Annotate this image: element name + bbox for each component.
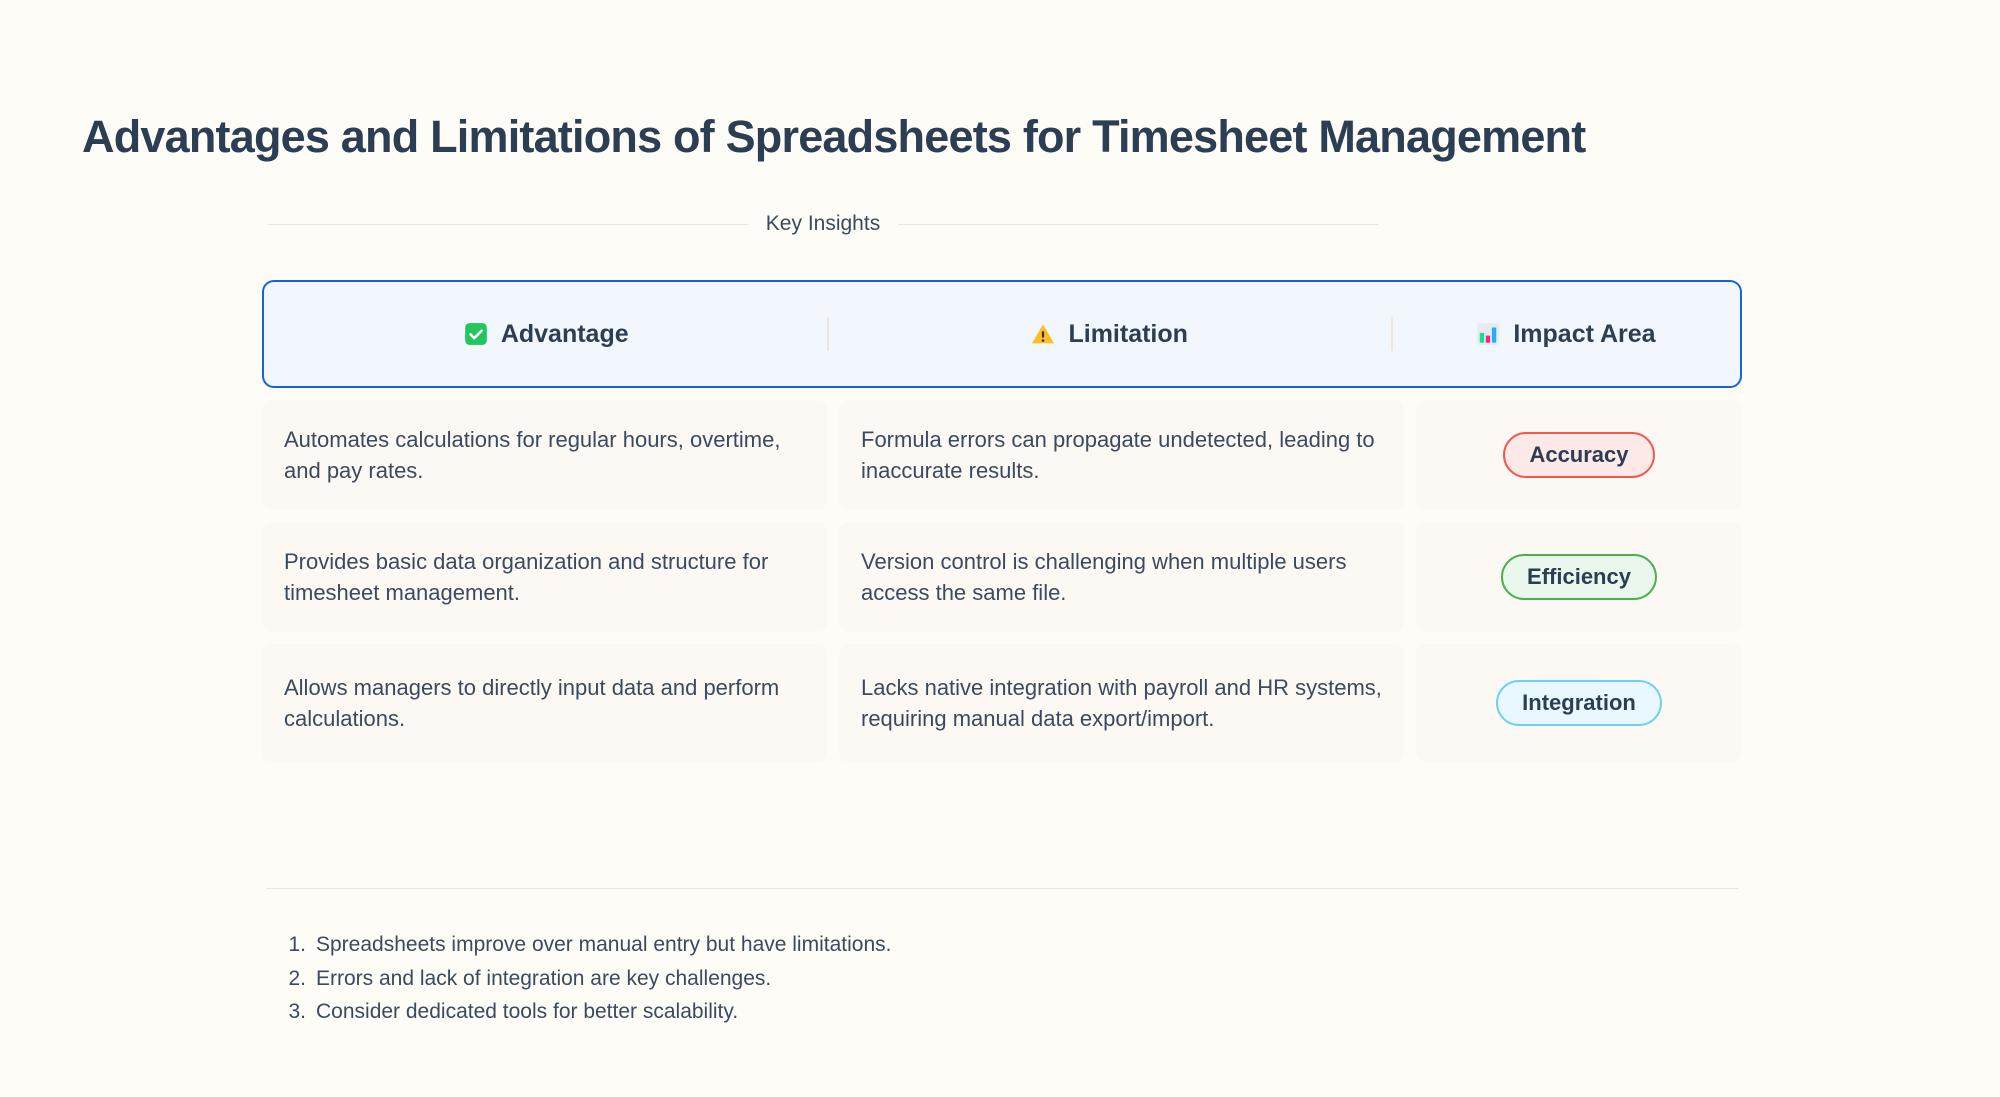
- footnote-list: 1. Spreadsheets improve over manual entr…: [280, 928, 1480, 1029]
- footer-divider: [266, 888, 1738, 889]
- list-item: 1. Spreadsheets improve over manual entr…: [280, 928, 1480, 962]
- cell-advantage: Allows managers to directly input data a…: [262, 644, 827, 762]
- check-square-icon: [464, 323, 487, 345]
- cell-impact-area: Integration: [1416, 644, 1742, 762]
- column-header-limitation: Limitation: [827, 320, 1390, 349]
- cell-impact-area: Efficiency: [1416, 522, 1742, 632]
- bar-chart-icon: [1477, 323, 1500, 345]
- column-header-advantage: Advantage: [264, 320, 827, 349]
- table-row: Allows managers to directly input data a…: [262, 644, 1742, 762]
- list-item-number: 1.: [288, 933, 306, 956]
- list-item-text: Consider dedicated tools for better scal…: [316, 1000, 739, 1024]
- cell-advantage: Automates calculations for regular hours…: [262, 400, 827, 510]
- cell-limitation: Formula errors can propagate undetected,…: [839, 400, 1404, 510]
- infographic-page: Advantages and Limitations of Spreadshee…: [0, 0, 2000, 1097]
- column-header-impact-area: Impact Area: [1391, 320, 1740, 349]
- page-title: Advantages and Limitations of Spreadshee…: [82, 111, 1586, 162]
- table-header-row: Advantage Limitation Impact Area: [262, 280, 1742, 388]
- cell-limitation: Version control is challenging when mult…: [839, 522, 1404, 632]
- list-item-text: Spreadsheets improve over manual entry b…: [316, 933, 892, 956]
- status-badge: Accuracy: [1503, 432, 1655, 478]
- status-badge: Integration: [1496, 680, 1662, 726]
- list-item: 3. Consider dedicated tools for better s…: [280, 995, 1480, 1029]
- table-row: Provides basic data organization and str…: [262, 522, 1742, 632]
- column-header-advantage-label: Advantage: [500, 319, 629, 348]
- list-item-number: 2.: [288, 966, 306, 990]
- cell-impact-area: Accuracy: [1416, 400, 1742, 510]
- column-header-impact-area-label: Impact Area: [1513, 319, 1656, 348]
- list-item: 2. Errors and lack of integration are ke…: [280, 962, 1480, 996]
- section-label: Key Insights: [765, 212, 881, 235]
- cell-limitation: Lacks native integration with payroll an…: [839, 644, 1404, 762]
- table-row: Automates calculations for regular hours…: [262, 400, 1742, 510]
- status-badge: Efficiency: [1501, 554, 1657, 600]
- divider-line-left: [268, 223, 748, 225]
- list-item-number: 3.: [288, 1000, 306, 1024]
- section-divider: Key Insights: [268, 212, 1378, 236]
- warning-triangle-icon: [1032, 324, 1055, 344]
- column-header-limitation-label: Limitation: [1068, 319, 1188, 348]
- divider-line-right: [898, 223, 1378, 225]
- list-item-text: Errors and lack of integration are key c…: [316, 966, 772, 990]
- cell-advantage: Provides basic data organization and str…: [262, 522, 827, 632]
- comparison-table: Advantage Limitation Impact Area Automat…: [262, 280, 1742, 774]
